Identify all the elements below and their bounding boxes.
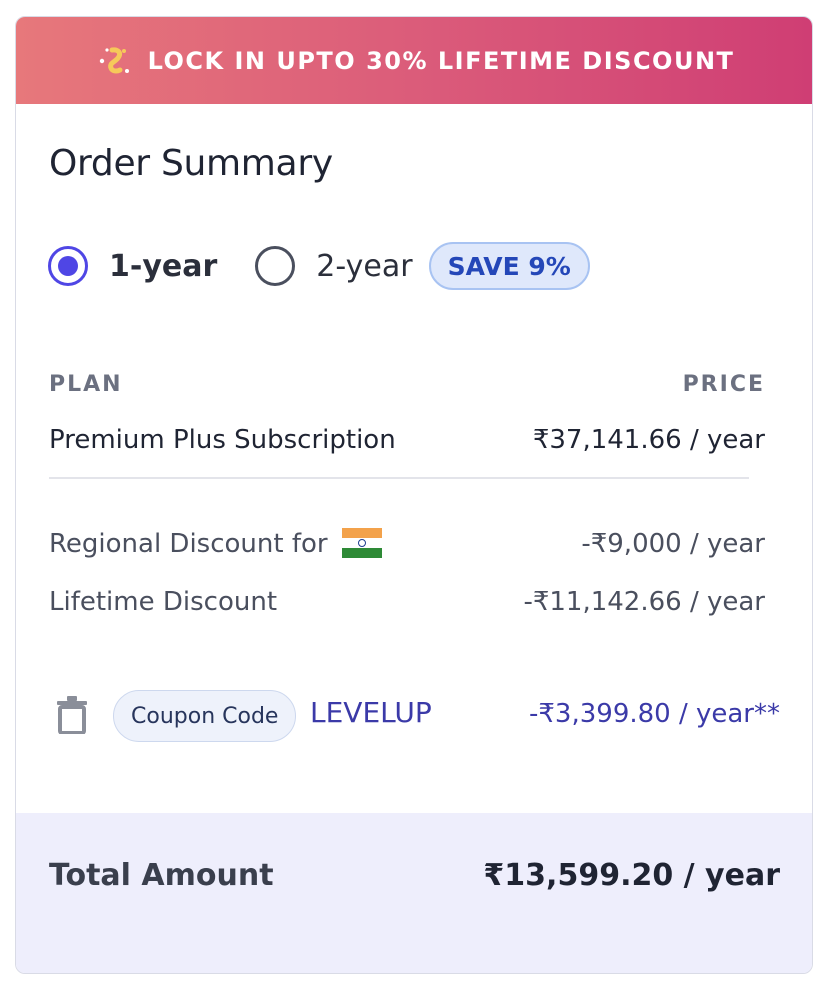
page-title: Order Summary	[49, 143, 333, 184]
lifetime-discount-amount: -₹11,142.66 / year	[523, 587, 765, 617]
discount-banner: LOCK IN UPTO 30% LIFETIME DISCOUNT	[16, 17, 812, 104]
option-label-1-year[interactable]: 1-year	[109, 249, 217, 284]
banner-text: LOCK IN UPTO 30% LIFETIME DISCOUNT	[147, 46, 735, 75]
total-amount-value: ₹13,599.20 / year	[483, 858, 780, 893]
billing-period-selector: 1-year 2-year SAVE 9%	[48, 240, 590, 292]
coupon-code-value: LEVELUP	[310, 696, 432, 729]
trash-icon[interactable]	[56, 696, 88, 735]
option-label-2-year[interactable]: 2-year	[316, 249, 412, 284]
radio-2-year[interactable]	[255, 246, 296, 286]
total-amount-label: Total Amount	[49, 858, 274, 893]
india-flag-icon	[341, 527, 382, 558]
plan-column-header: PLAN	[49, 372, 123, 397]
coupon-code-pill: Coupon Code	[113, 690, 297, 742]
price-column-header: PRICE	[682, 372, 765, 397]
coupon-discount-amount: -₹3,399.80 / year**	[529, 699, 780, 729]
regional-discount-row: Regional Discount for	[49, 527, 382, 560]
divider	[49, 477, 749, 479]
sparkle-icon	[94, 41, 134, 81]
save-badge: SAVE 9%	[428, 242, 590, 290]
regional-discount-amount: -₹9,000 / year	[581, 529, 765, 559]
plan-name: Premium Plus Subscription	[49, 425, 396, 455]
regional-discount-label: Regional Discount for	[49, 529, 328, 559]
total-section	[16, 813, 812, 973]
lifetime-discount-label: Lifetime Discount	[49, 587, 278, 617]
radio-1-year[interactable]	[48, 246, 88, 286]
plan-price: ₹37,141.66 / year	[532, 425, 765, 455]
